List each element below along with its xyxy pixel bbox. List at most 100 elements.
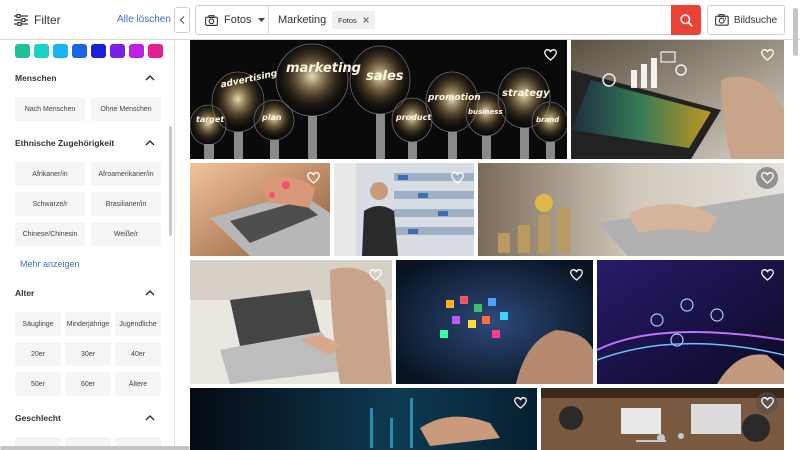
filter-option-ethnicity[interactable]: Afrikaner/in bbox=[15, 162, 85, 186]
color-swatch[interactable] bbox=[91, 44, 106, 58]
filter-option-age[interactable]: 60er bbox=[65, 372, 111, 396]
photo-tile-team-laptop[interactable] bbox=[190, 260, 392, 384]
chevron-up-icon[interactable] bbox=[145, 138, 155, 148]
filter-option-age[interactable]: Minderjährige bbox=[65, 312, 111, 336]
image-search-label: Bildsuche bbox=[733, 14, 778, 26]
show-more-link[interactable]: Mehr anzeigen bbox=[20, 259, 80, 269]
color-swatches bbox=[15, 44, 163, 58]
meeting-photo bbox=[541, 388, 784, 450]
favorite-button[interactable] bbox=[509, 392, 531, 414]
bulb-word: strategy bbox=[502, 88, 550, 99]
bulb-word: brand bbox=[536, 116, 560, 124]
collapse-sidebar-button[interactable] bbox=[174, 7, 190, 33]
favorite-button[interactable] bbox=[302, 167, 324, 189]
top-bar: Filter Alle löschen Fotos Marketing Foto… bbox=[0, 0, 800, 56]
heart-icon bbox=[760, 269, 774, 281]
favorite-button[interactable] bbox=[756, 264, 778, 286]
filter-option-without-people[interactable]: Ohne Menschen bbox=[91, 97, 161, 121]
photo-tile-neon-network[interactable] bbox=[597, 260, 784, 384]
search-icon bbox=[679, 13, 693, 27]
filter-option-age[interactable]: Jugendliche bbox=[115, 312, 161, 336]
chevron-up-icon[interactable] bbox=[145, 73, 155, 83]
search-query[interactable]: Marketing bbox=[278, 14, 326, 26]
filter-sidebar: Menschen Nach Menschen Ohne Menschen Eth… bbox=[0, 40, 175, 450]
sliders-icon bbox=[14, 14, 28, 26]
favorite-button[interactable] bbox=[446, 167, 468, 189]
heart-icon bbox=[569, 269, 583, 281]
media-type-select[interactable]: Fotos bbox=[196, 6, 269, 34]
heart-icon bbox=[306, 172, 320, 184]
gender-section-title: Geschlecht bbox=[15, 413, 61, 423]
photo-tile-man-in-store[interactable] bbox=[334, 163, 474, 256]
favorite-button[interactable] bbox=[756, 167, 778, 189]
photo-tile-lightbulbs[interactable]: advertising marketing sales target plan … bbox=[190, 40, 567, 159]
color-swatch[interactable] bbox=[129, 44, 144, 58]
photo-tile-coins-and-laptop[interactable] bbox=[478, 163, 784, 256]
age-section-title: Alter bbox=[15, 288, 35, 298]
filter-option-age[interactable]: 40er bbox=[115, 342, 161, 366]
bulb-word: business bbox=[468, 108, 503, 116]
heart-icon bbox=[760, 397, 774, 409]
filter-toggle[interactable]: Filter bbox=[14, 11, 61, 29]
photo-tile-laptop-typing[interactable] bbox=[190, 163, 330, 256]
camera-search-icon bbox=[714, 14, 729, 26]
image-search-button[interactable]: Bildsuche bbox=[707, 5, 785, 35]
search-filter-chip: Fotos bbox=[332, 11, 375, 29]
heart-icon bbox=[760, 49, 774, 61]
chip-label: Fotos bbox=[338, 15, 357, 25]
color-swatch[interactable] bbox=[34, 44, 49, 58]
favorite-button[interactable] bbox=[364, 264, 386, 286]
bulb-word: promotion bbox=[427, 93, 481, 103]
color-swatch[interactable] bbox=[148, 44, 163, 58]
people-section-title: Menschen bbox=[15, 73, 57, 83]
tablet-photo bbox=[571, 40, 784, 159]
color-swatch[interactable] bbox=[110, 44, 125, 58]
digital-icons-photo bbox=[396, 260, 593, 384]
filter-option-age[interactable]: 20er bbox=[15, 342, 61, 366]
camera-icon bbox=[205, 14, 218, 26]
photo-tile-digital-icons[interactable] bbox=[396, 260, 593, 384]
color-swatch[interactable] bbox=[53, 44, 68, 58]
filter-option-age[interactable]: 30er bbox=[65, 342, 111, 366]
filter-option-ethnicity[interactable]: Brasilianer/in bbox=[91, 192, 161, 216]
coins-photo bbox=[478, 163, 784, 256]
color-swatch[interactable] bbox=[15, 44, 30, 58]
search-button[interactable] bbox=[671, 5, 701, 35]
clear-all-link[interactable]: Alle löschen bbox=[117, 14, 171, 25]
filter-option-age[interactable]: Säuglinge bbox=[15, 312, 61, 336]
close-icon[interactable] bbox=[362, 17, 369, 23]
favorite-button[interactable] bbox=[756, 44, 778, 66]
filter-option-with-people[interactable]: Nach Menschen bbox=[15, 97, 85, 121]
sidebar-scrollbar[interactable] bbox=[169, 126, 172, 236]
lightbulb-photo: advertising marketing sales target plan … bbox=[190, 40, 567, 159]
filter-option-age[interactable]: 50er bbox=[15, 372, 61, 396]
bulb-word: target bbox=[196, 115, 225, 124]
bulb-word: sales bbox=[366, 69, 404, 84]
chevron-up-icon[interactable] bbox=[145, 288, 155, 298]
horizontal-scrollbar[interactable] bbox=[0, 446, 190, 450]
color-swatch[interactable] bbox=[72, 44, 87, 58]
filter-option-ethnicity[interactable]: Afroamerikaner/in bbox=[91, 162, 161, 186]
favorite-button[interactable] bbox=[756, 392, 778, 414]
search-bar: Fotos Marketing Fotos bbox=[195, 5, 701, 35]
filter-option-age[interactable]: Ältere bbox=[115, 372, 161, 396]
media-type-value: Fotos bbox=[224, 14, 252, 26]
app-root: Filter Alle löschen Fotos Marketing Foto… bbox=[0, 0, 800, 450]
favorite-button[interactable] bbox=[539, 44, 561, 66]
photo-tile-digital-hand[interactable] bbox=[190, 388, 537, 450]
photo-tile-tablet-hand[interactable] bbox=[571, 40, 784, 159]
favorite-button[interactable] bbox=[565, 264, 587, 286]
photo-tile-meeting-table[interactable] bbox=[541, 388, 784, 450]
filter-label: Filter bbox=[34, 13, 61, 27]
chevron-up-icon[interactable] bbox=[145, 413, 155, 423]
filter-option-ethnicity[interactable]: Weiße/r bbox=[91, 222, 161, 246]
page-scrollbar[interactable] bbox=[793, 8, 798, 56]
chevron-left-icon bbox=[179, 16, 185, 24]
filter-option-ethnicity[interactable]: Chinese/Chinesin bbox=[15, 222, 85, 246]
bulb-word: plan bbox=[261, 113, 282, 122]
team-photo bbox=[190, 260, 392, 384]
ethnicity-section-title: Ethnische Zugehörigkeit bbox=[15, 138, 115, 148]
filter-option-ethnicity[interactable]: Schwarze/r bbox=[15, 192, 85, 216]
bulb-word: product bbox=[395, 113, 432, 122]
heart-icon bbox=[368, 269, 382, 281]
